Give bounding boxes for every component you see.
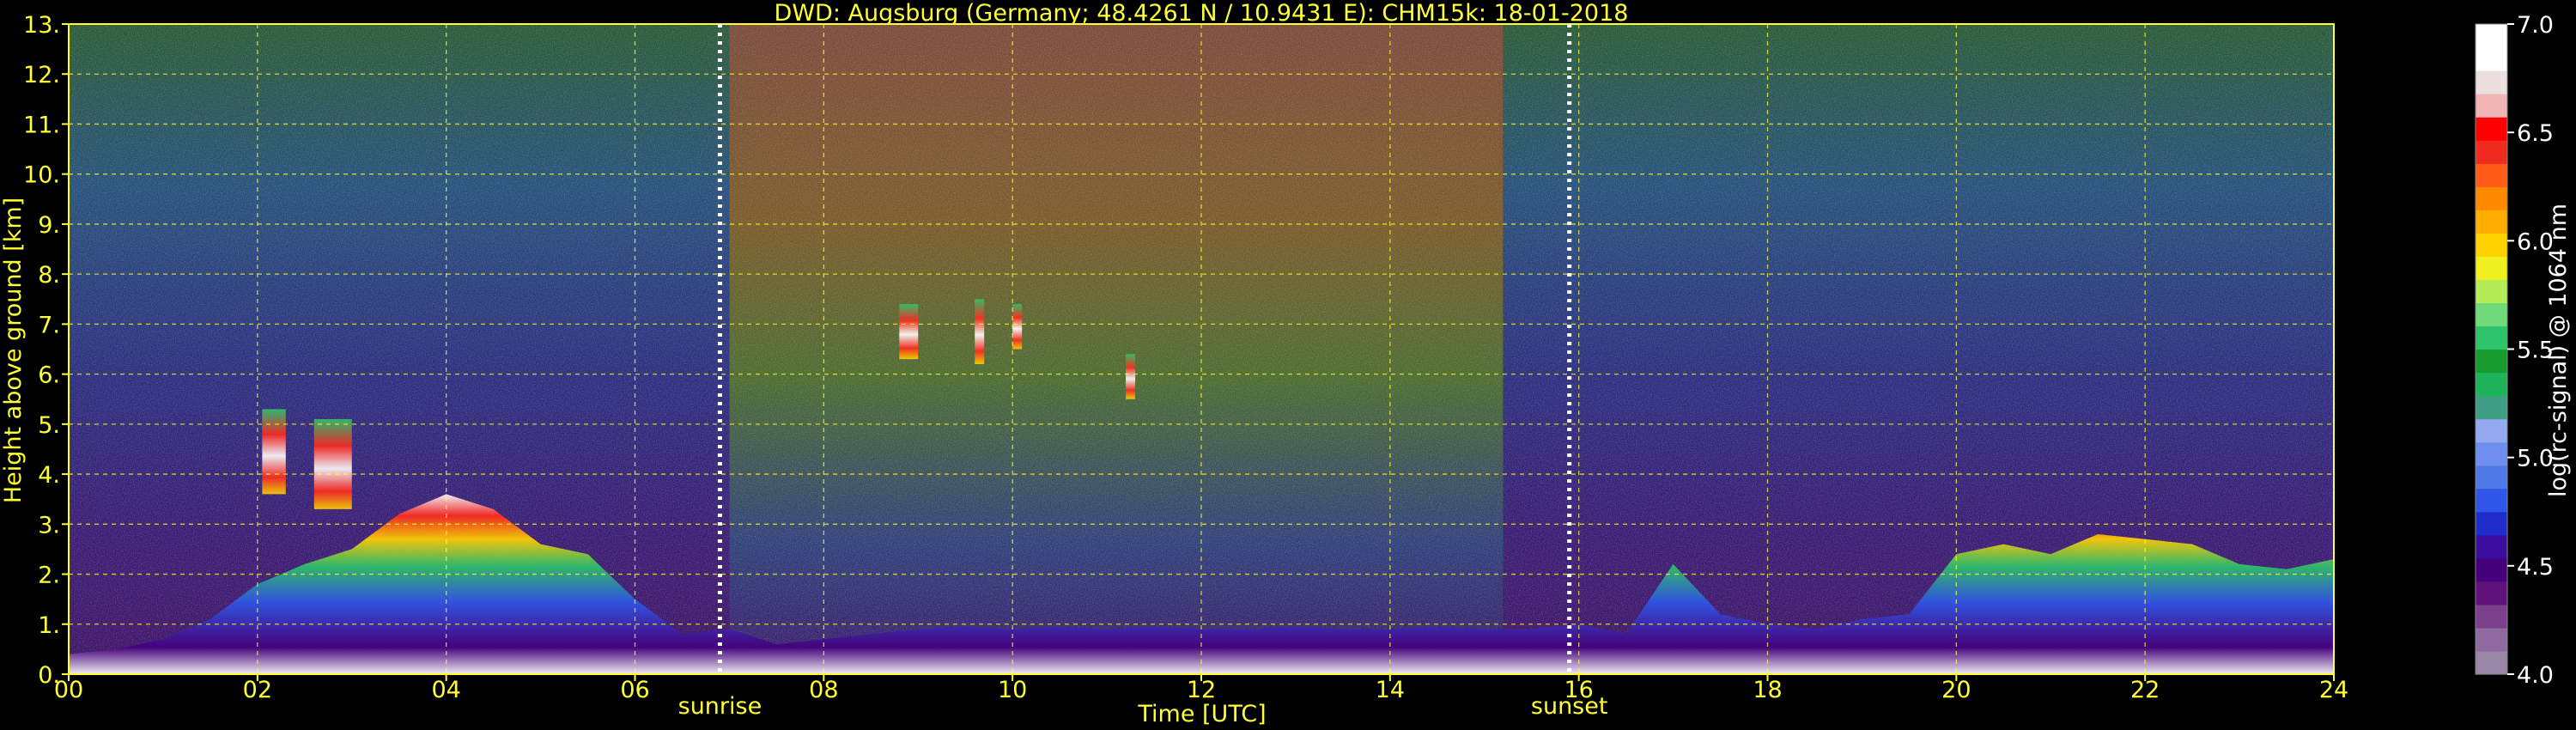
cloud-feature [262, 409, 286, 495]
y-tick-label: 13. [23, 12, 60, 39]
y-tick-label: 3. [38, 512, 60, 538]
colorbar-swatch [2476, 395, 2507, 420]
x-tick-label: 14 [1376, 677, 1405, 703]
colorbar-swatch [2476, 24, 2507, 48]
cloud-feature [975, 299, 985, 364]
colorbar-swatch [2476, 441, 2507, 466]
cloud-feature [1126, 354, 1136, 399]
colorbar-swatch [2476, 325, 2507, 350]
y-tick-label: 5. [38, 412, 60, 439]
x-tick-label: 12 [1187, 677, 1216, 703]
colorbar-tick-label: 4.5 [2517, 554, 2554, 581]
y-tick-label: 2. [38, 563, 60, 589]
colorbar-swatch [2476, 210, 2507, 234]
x-tick-label: 00 [54, 677, 83, 703]
colorbar: 4.04.55.05.56.06.57.0 log(rc-signal) @ 1… [2475, 12, 2572, 689]
colorbar-swatch [2476, 70, 2507, 94]
colorbar-swatch [2476, 418, 2507, 443]
x-tick-label: 22 [2130, 677, 2160, 703]
colorbar-swatch [2476, 511, 2507, 536]
colorbar-swatch [2476, 256, 2507, 280]
x-tick-label: 04 [431, 677, 460, 703]
y-tick-label: 12. [23, 62, 60, 88]
colorbar-swatch [2476, 47, 2507, 71]
x-tick-label: 08 [809, 677, 838, 703]
cloud-feature [1012, 304, 1023, 350]
colorbar-swatch [2476, 233, 2507, 257]
y-tick-label: 7. [38, 312, 60, 338]
colorbar-swatch [2476, 117, 2507, 141]
colorbar-tick-label: 4.0 [2517, 662, 2554, 689]
y-tick-label: 6. [38, 362, 60, 389]
colorbar-swatch [2476, 465, 2507, 490]
x-tick-label: 02 [243, 677, 272, 703]
colorbar-swatch [2476, 534, 2507, 559]
colorbar-swatch [2476, 279, 2507, 304]
colorbar-swatch [2476, 94, 2507, 118]
colorbar-label: log(rc-signal) @ 1064 nm [2545, 204, 2572, 497]
x-tick-label: 24 [2319, 677, 2348, 703]
y-tick-label: 4. [38, 462, 60, 489]
colorbar-swatch [2476, 372, 2507, 397]
y-tick-label: 10. [23, 162, 60, 189]
colorbar-swatch [2476, 302, 2507, 327]
colorbar-swatch [2476, 627, 2507, 652]
colorbar-swatch [2476, 581, 2507, 605]
colorbar-swatch [2476, 140, 2507, 164]
colorbar-swatch [2476, 163, 2507, 187]
x-tick-label: 20 [1941, 677, 1971, 703]
colorbar-tick-label: 7.0 [2517, 12, 2554, 39]
y-tick-label: 11. [23, 112, 60, 138]
cloud-feature [313, 419, 352, 509]
colorbar-swatch [2476, 349, 2507, 374]
colorbar-tick-label: 6.5 [2517, 120, 2554, 147]
ceilometer-chart: DWD: Augsburg (Germany; 48.4261 N / 10.9… [0, 0, 2572, 727]
x-tick-label: 18 [1753, 677, 1782, 703]
colorbar-swatch [2476, 557, 2507, 582]
colorbar-swatch [2476, 650, 2507, 675]
annotation-label: sunrise [678, 693, 762, 720]
colorbar-swatch [2476, 604, 2507, 629]
x-tick-label: 16 [1564, 677, 1593, 703]
colorbar-swatch [2476, 488, 2507, 513]
x-tick-label: 06 [620, 677, 649, 703]
y-axis-label: Height above ground [km] [0, 198, 27, 503]
y-tick-label: 1. [38, 612, 60, 639]
x-axis-label: Time [UTC] [1137, 701, 1266, 727]
cloud-feature [899, 304, 919, 360]
x-tick-label: 10 [998, 677, 1027, 703]
y-tick-label: 8. [38, 262, 60, 289]
chart-title: DWD: Augsburg (Germany; 48.4261 N / 10.9… [775, 0, 1629, 27]
colorbar-swatch [2476, 186, 2507, 210]
y-tick-label: 9. [38, 212, 60, 239]
